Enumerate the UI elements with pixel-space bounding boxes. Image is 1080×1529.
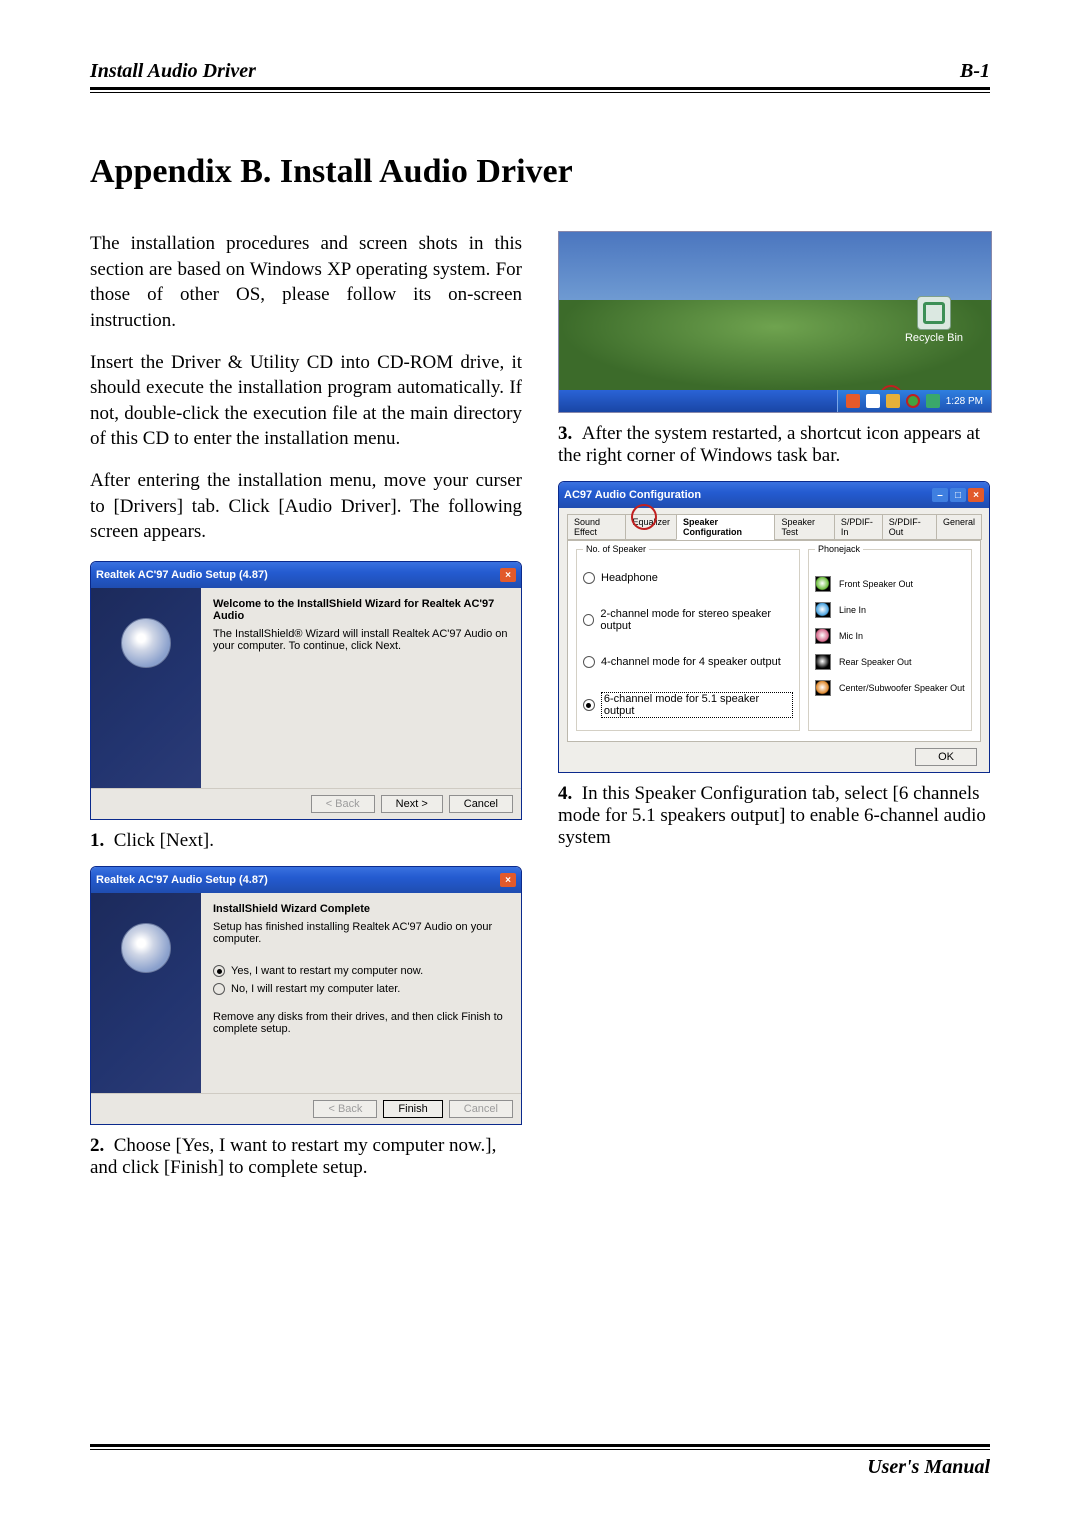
option-4channel[interactable]: 4-channel mode for 4 speaker output <box>583 656 793 668</box>
group-phonejack: Phonejack <box>815 544 863 554</box>
restart-now-label: Yes, I want to restart my computer now. <box>231 965 423 977</box>
finish-button[interactable]: Finish <box>383 1100 442 1118</box>
close-icon[interactable]: × <box>968 488 984 502</box>
close-icon[interactable]: × <box>500 568 516 582</box>
step1-text: Click [Next]. <box>114 830 214 851</box>
jack-label: Line In <box>839 605 866 615</box>
step2-num: 2. <box>90 1135 104 1156</box>
header-right: B-1 <box>960 60 990 83</box>
step4-text: In this Speaker Configuration tab, selec… <box>558 783 986 848</box>
option-headphone[interactable]: Headphone <box>583 572 793 584</box>
jack-label: Center/Subwoofer Speaker Out <box>839 683 965 693</box>
wizard2-note: Remove any disks from their drives, and … <box>213 1011 509 1035</box>
back-button: < Back <box>313 1100 377 1118</box>
taskbar: 1:28 PM <box>559 390 991 412</box>
ok-button[interactable]: OK <box>915 748 977 766</box>
jack-label: Front Speaker Out <box>839 579 913 589</box>
recycle-bin-icon[interactable]: Recycle Bin <box>893 296 975 344</box>
option-6channel[interactable]: 6-channel mode for 5.1 speaker output <box>583 692 793 718</box>
wizard1-title: Realtek AC'97 Audio Setup (4.87) <box>96 569 268 581</box>
group-no-of-speaker: No. of Speaker <box>583 544 649 554</box>
tab-spdif-in[interactable]: S/PDIF-In <box>834 514 883 540</box>
step3-text: After the system restarted, a shortcut i… <box>558 423 980 466</box>
disc-icon <box>121 923 171 973</box>
option-4channel-label: 4-channel mode for 4 speaker output <box>601 656 781 668</box>
option-2channel[interactable]: 2-channel mode for stereo speaker output <box>583 608 793 632</box>
step1-num: 1. <box>90 830 104 851</box>
audio-tray-icon[interactable] <box>906 394 920 408</box>
step4-num: 4. <box>558 783 572 804</box>
header-left: Install Audio Driver <box>90 60 256 83</box>
step3-num: 3. <box>558 423 572 444</box>
ac97-config-window: AC97 Audio Configuration – □ × Sound Eff… <box>558 481 990 773</box>
tab-spdif-out[interactable]: S/PDIF-Out <box>882 514 937 540</box>
header-rule <box>90 87 990 93</box>
back-button: < Back <box>311 795 375 813</box>
tray-icon[interactable] <box>866 394 880 408</box>
wizard2-body: Setup has finished installing Realtek AC… <box>213 921 509 945</box>
jack-label: Mic In <box>839 631 863 641</box>
next-button[interactable]: Next > <box>381 795 443 813</box>
option-headphone-label: Headphone <box>601 572 658 584</box>
restart-later-option[interactable]: No, I will restart my computer later. <box>213 983 509 995</box>
desktop-screenshot: Recycle Bin 1:28 PM <box>558 231 992 413</box>
wizard2-title: Realtek AC'97 Audio Setup (4.87) <box>96 874 268 886</box>
disc-icon <box>121 618 171 668</box>
intro-para-2: Insert the Driver & Utility CD into CD-R… <box>90 350 522 453</box>
tab-general[interactable]: General <box>936 514 982 540</box>
option-2channel-label: 2-channel mode for stereo speaker output <box>600 608 793 632</box>
footer-label: User's Manual <box>90 1456 990 1479</box>
jack-mic-in: Mic In <box>815 628 965 644</box>
config-tabs[interactable]: Sound Effect Equalizer Speaker Configura… <box>567 514 981 540</box>
option-6channel-label: 6-channel mode for 5.1 speaker output <box>601 692 793 718</box>
tray-icon[interactable] <box>886 394 900 408</box>
page-title: Appendix B. Install Audio Driver <box>90 153 990 191</box>
taskbar-clock: 1:28 PM <box>946 396 983 407</box>
tab-sound-effect[interactable]: Sound Effect <box>567 514 626 540</box>
restart-now-option[interactable]: Yes, I want to restart my computer now. <box>213 965 509 977</box>
wizard1-heading: Welcome to the InstallShield Wizard for … <box>213 598 509 622</box>
minimize-icon[interactable]: – <box>932 488 948 502</box>
close-icon[interactable]: × <box>500 873 516 887</box>
tab-speaker-configuration[interactable]: Speaker Configuration <box>676 514 775 540</box>
jack-line-in: Line In <box>815 602 965 618</box>
config-window-title: AC97 Audio Configuration <box>564 489 701 501</box>
step2-text: Choose [Yes, I want to restart my comput… <box>90 1135 496 1178</box>
intro-para-1: The installation procedures and screen s… <box>90 231 522 334</box>
recycle-bin-label: Recycle Bin <box>893 332 975 344</box>
tray-icon[interactable] <box>846 394 860 408</box>
wizard2-heading: InstallShield Wizard Complete <box>213 903 509 915</box>
tab-highlight-circle <box>631 504 657 530</box>
jack-label: Rear Speaker Out <box>839 657 912 667</box>
cancel-button[interactable]: Cancel <box>449 795 513 813</box>
intro-para-3: After entering the installation menu, mo… <box>90 468 522 545</box>
restart-later-label: No, I will restart my computer later. <box>231 983 400 995</box>
footer-rule <box>90 1444 990 1450</box>
installer-wizard-1: Realtek AC'97 Audio Setup (4.87) × Welco… <box>90 561 522 820</box>
wizard1-body: The InstallShield® Wizard will install R… <box>213 628 509 652</box>
installer-wizard-2: Realtek AC'97 Audio Setup (4.87) × Insta… <box>90 866 522 1125</box>
maximize-icon[interactable]: □ <box>950 488 966 502</box>
system-tray: 1:28 PM <box>837 390 991 412</box>
tab-speaker-test[interactable]: Speaker Test <box>774 514 834 540</box>
jack-center-sub: Center/Subwoofer Speaker Out <box>815 680 965 696</box>
cancel-button: Cancel <box>449 1100 513 1118</box>
tray-icon[interactable] <box>926 394 940 408</box>
jack-front-speaker: Front Speaker Out <box>815 576 965 592</box>
jack-rear-speaker: Rear Speaker Out <box>815 654 965 670</box>
